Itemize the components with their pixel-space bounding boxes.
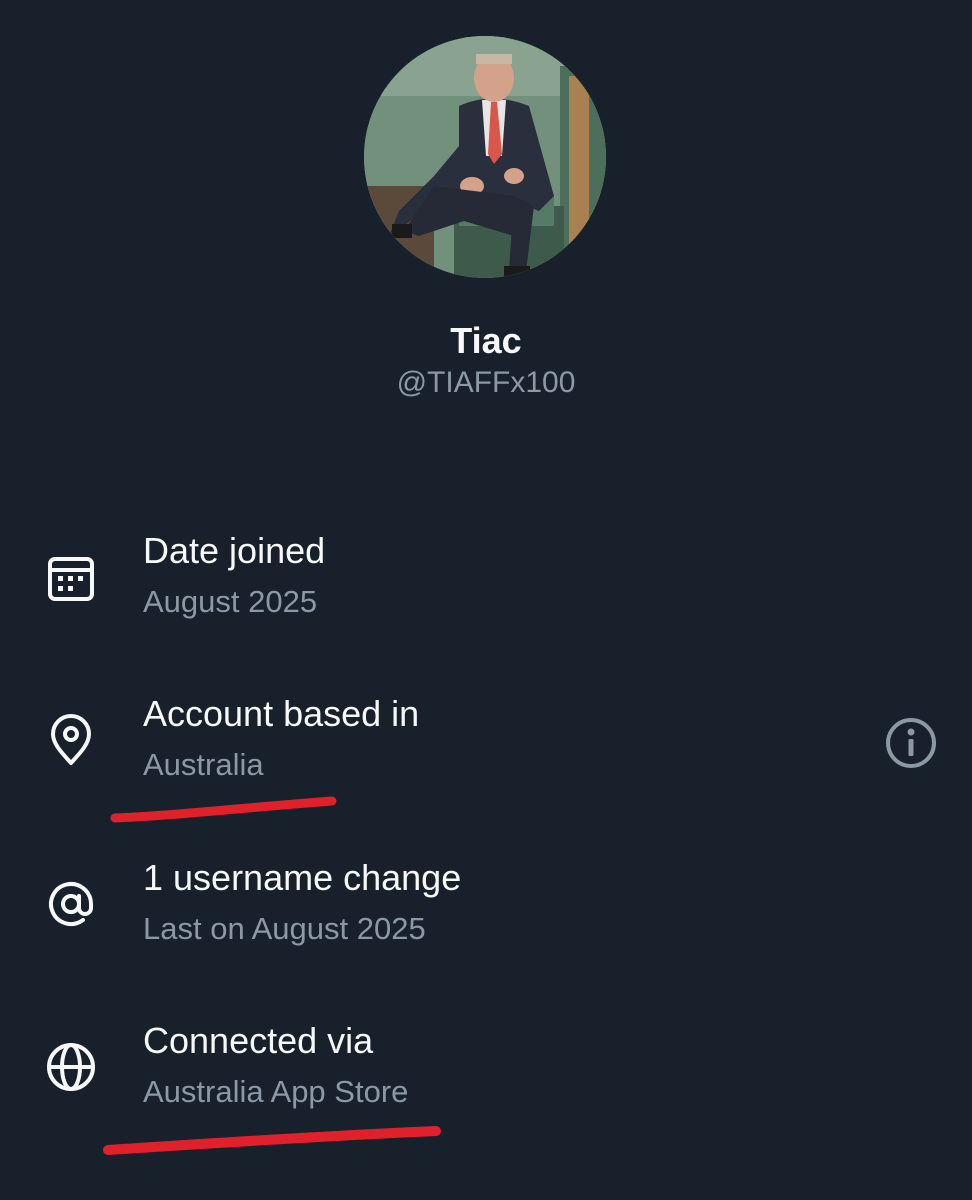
username-change-row: 1 username change Last on August 2025 [0, 857, 972, 997]
account-based-in-label: Account based in [143, 693, 420, 734]
connected-via-row: Connected via Australia App Store [0, 1020, 972, 1160]
date-joined-value: August 2025 [143, 584, 318, 619]
username-change-label: 1 username change [143, 857, 462, 898]
connected-via-label: Connected via [143, 1020, 374, 1061]
avatar-photo [364, 36, 606, 278]
username-handle: @TIAFFx100 [396, 366, 576, 399]
at-sign-icon [49, 882, 93, 926]
account-based-in-value: Australia [143, 747, 264, 782]
globe-icon [47, 1043, 95, 1091]
display-name: Tiac [450, 320, 522, 361]
profile-header: Tiac @TIAFFx100 [0, 0, 972, 420]
location-pin-icon [51, 714, 91, 765]
avatar[interactable] [364, 36, 606, 278]
account-based-in-row: Account based in Australia [0, 693, 972, 833]
info-icon[interactable] [884, 716, 938, 770]
date-joined-row: Date joined August 2025 [0, 530, 972, 670]
connected-via-value: Australia App Store [143, 1074, 409, 1109]
date-joined-label: Date joined [143, 530, 326, 571]
username-change-value: Last on August 2025 [143, 911, 426, 946]
calendar-icon [48, 557, 94, 601]
